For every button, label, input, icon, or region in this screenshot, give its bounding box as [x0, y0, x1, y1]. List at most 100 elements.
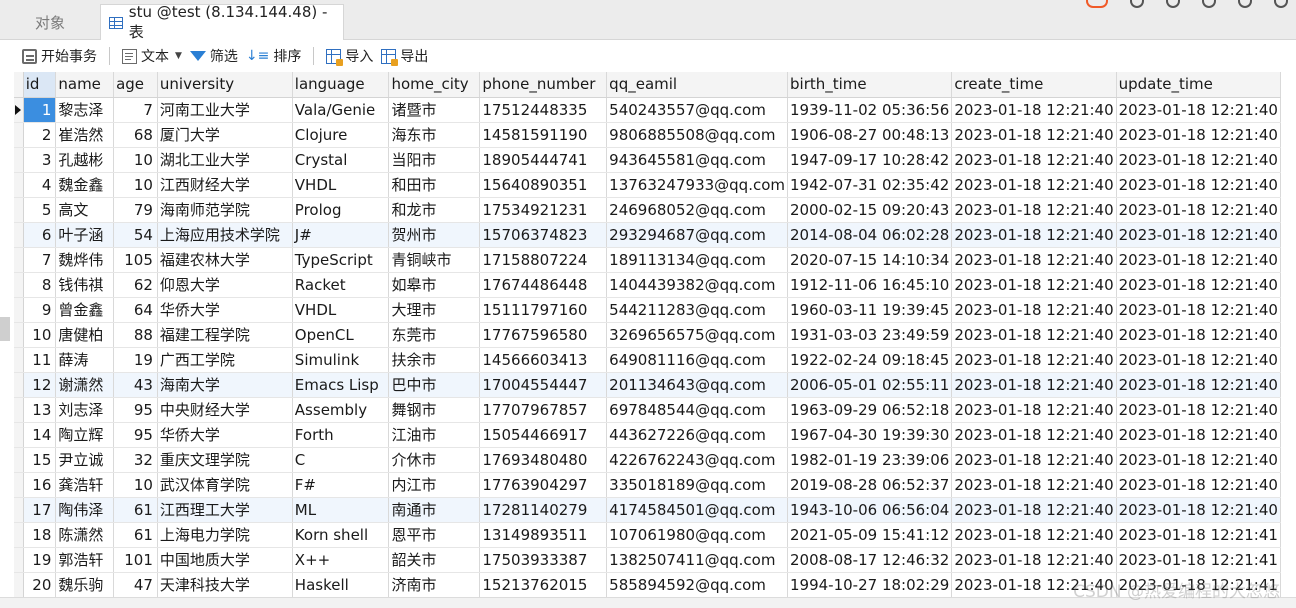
cell-create-time[interactable]: 2023-01-18 12:21:40 [951, 472, 1117, 498]
cell-phone-number[interactable]: 17763904297 [479, 472, 608, 498]
cell-phone-number[interactable]: 17767596580 [479, 322, 608, 348]
cell-university[interactable]: 厦门大学 [157, 122, 293, 148]
row-indicator[interactable] [14, 247, 24, 273]
cell-home-city[interactable]: 贺州市 [388, 222, 481, 248]
cell-home-city[interactable]: 海东市 [388, 122, 481, 148]
cell-home-city[interactable]: 和龙市 [388, 197, 481, 223]
table-row[interactable]: 9 曾金鑫 64 华侨大学 VHDL 大理市 15111797160 544211283@qq… [14, 297, 1281, 323]
cell-create-time[interactable]: 2023-01-18 12:21:40 [951, 447, 1117, 473]
cell-qq-eamil[interactable]: 1382507411@qq.com [606, 547, 788, 573]
filter-button[interactable]: 筛选 [186, 44, 242, 68]
cell-qq-eamil[interactable]: 107061980@qq.com [606, 522, 788, 548]
row-indicator[interactable] [14, 272, 24, 298]
cell-university[interactable]: 福建工程学院 [157, 322, 293, 348]
cell-create-time[interactable]: 2023-01-18 12:21:40 [951, 247, 1117, 273]
cell-name[interactable]: 崔浩然 [55, 122, 115, 148]
cell-name[interactable]: 钱伟祺 [55, 272, 115, 298]
export-button[interactable]: 导出 [377, 44, 432, 68]
cell-university[interactable]: 华侨大学 [157, 422, 293, 448]
cell-create-time[interactable]: 2023-01-18 12:21:40 [951, 172, 1117, 198]
cell-create-time[interactable]: 2023-01-18 12:21:40 [951, 97, 1117, 123]
cell-language[interactable]: Racket [292, 272, 390, 298]
cell-university[interactable]: 海南师范学院 [157, 197, 293, 223]
cell-update-time[interactable]: 2023-01-18 12:21:40 [1116, 397, 1281, 423]
cell-name[interactable]: 陶伟泽 [55, 497, 115, 523]
cell-birth-time[interactable]: 2020-07-15 14:10:34 [787, 247, 953, 273]
row-indicator[interactable] [14, 547, 24, 573]
table-row[interactable]: 10 唐健柏 88 福建工程学院 OpenCL 东莞市 17767596580 3269656… [14, 322, 1281, 348]
cell-birth-time[interactable]: 1906-08-27 00:48:13 [787, 122, 953, 148]
cell-birth-time[interactable]: 2019-08-28 06:52:37 [787, 472, 953, 498]
cell-id[interactable]: 6 [23, 222, 57, 248]
cell-update-time[interactable]: 2023-01-18 12:21:40 [1116, 222, 1281, 248]
cell-age[interactable]: 105 [113, 247, 158, 273]
table-row[interactable]: 3 孔越彬 10 湖北工业大学 Crystal 当阳市 18905444741 9436455… [14, 147, 1281, 173]
cell-id[interactable]: 7 [23, 247, 57, 273]
column-header-id[interactable]: id [23, 72, 57, 98]
cell-update-time[interactable]: 2023-01-18 12:21:40 [1116, 272, 1281, 298]
cell-name[interactable]: 黎志泽 [55, 97, 115, 123]
cell-name[interactable]: 刘志泽 [55, 397, 115, 423]
cell-qq-eamil[interactable]: 189113134@qq.com [606, 247, 788, 273]
row-indicator[interactable] [14, 447, 24, 473]
cell-language[interactable]: TypeScript [292, 247, 390, 273]
tab-objects[interactable]: 对象 [0, 4, 100, 40]
cell-update-time[interactable]: 2023-01-18 12:21:41 [1116, 522, 1281, 548]
cell-home-city[interactable]: 济南市 [388, 572, 481, 597]
row-indicator[interactable] [14, 322, 24, 348]
cell-qq-eamil[interactable]: 544211283@qq.com [606, 297, 788, 323]
begin-transaction-button[interactable]: 开始事务 [18, 44, 101, 68]
cell-university[interactable]: 重庆文理学院 [157, 447, 293, 473]
row-indicator[interactable] [14, 397, 24, 423]
cell-birth-time[interactable]: 1922-02-24 09:18:45 [787, 347, 953, 373]
cell-qq-eamil[interactable]: 649081116@qq.com [606, 347, 788, 373]
cell-birth-time[interactable]: 1967-04-30 19:39:30 [787, 422, 953, 448]
cell-home-city[interactable]: 和田市 [388, 172, 481, 198]
cell-id[interactable]: 9 [23, 297, 57, 323]
table-row[interactable]: 16 龚浩轩 10 武汉体育学院 F# 内江市 17763904297 335018189@q… [14, 472, 1281, 498]
cell-update-time[interactable]: 2023-01-18 12:21:40 [1116, 247, 1281, 273]
cell-home-city[interactable]: 江油市 [388, 422, 481, 448]
tab-stu-table[interactable]: stu @test (8.134.144.48) - 表 [100, 3, 344, 41]
toolbar-icon[interactable] [1238, 0, 1252, 8]
cell-id[interactable]: 5 [23, 197, 57, 223]
cell-id[interactable]: 10 [23, 322, 57, 348]
cell-id[interactable]: 18 [23, 522, 57, 548]
row-indicator[interactable] [14, 372, 24, 398]
row-indicator[interactable] [14, 222, 24, 248]
row-indicator[interactable] [14, 522, 24, 548]
cell-name[interactable]: 谢潇然 [55, 372, 115, 398]
cell-language[interactable]: Haskell [292, 572, 390, 597]
table-row[interactable]: 11 薛涛 19 广西工学院 Simulink 扶余市 14566603413 6490811… [14, 347, 1281, 373]
cell-update-time[interactable]: 2023-01-18 12:21:40 [1116, 297, 1281, 323]
cell-id[interactable]: 15 [23, 447, 57, 473]
sort-button[interactable]: ↓≡ 排序 [242, 44, 305, 68]
cell-birth-time[interactable]: 1943-10-06 06:56:04 [787, 497, 953, 523]
cell-age[interactable]: 61 [113, 522, 158, 548]
cell-university[interactable]: 上海应用技术学院 [157, 222, 293, 248]
cell-language[interactable]: Korn shell [292, 522, 390, 548]
table-row[interactable]: 18 陈潇然 61 上海电力学院 Korn shell 恩平市 13149893511 107… [14, 522, 1281, 548]
cell-phone-number[interactable]: 15111797160 [479, 297, 608, 323]
cell-language[interactable]: Forth [292, 422, 390, 448]
row-indicator[interactable] [14, 172, 24, 198]
cell-university[interactable]: 上海电力学院 [157, 522, 293, 548]
cell-phone-number[interactable]: 15213762015 [479, 572, 608, 597]
cell-name[interactable]: 高文 [55, 197, 115, 223]
toolbar-icon[interactable] [1130, 0, 1144, 8]
cell-home-city[interactable]: 介休市 [388, 447, 481, 473]
column-header-home-city[interactable]: home_city [388, 72, 481, 98]
cell-id[interactable]: 13 [23, 397, 57, 423]
cell-create-time[interactable]: 2023-01-18 12:21:40 [951, 297, 1117, 323]
cell-qq-eamil[interactable]: 335018189@qq.com [606, 472, 788, 498]
cell-age[interactable]: 32 [113, 447, 158, 473]
cell-home-city[interactable]: 舞钢市 [388, 397, 481, 423]
cell-university[interactable]: 武汉体育学院 [157, 472, 293, 498]
cell-phone-number[interactable]: 17707967857 [479, 397, 608, 423]
column-header-age[interactable]: age [113, 72, 158, 98]
cell-create-time[interactable]: 2023-01-18 12:21:40 [951, 197, 1117, 223]
cell-id[interactable]: 3 [23, 147, 57, 173]
row-indicator[interactable] [14, 147, 24, 173]
cell-home-city[interactable]: 扶余市 [388, 347, 481, 373]
column-header-update-time[interactable]: update_time [1116, 72, 1281, 98]
